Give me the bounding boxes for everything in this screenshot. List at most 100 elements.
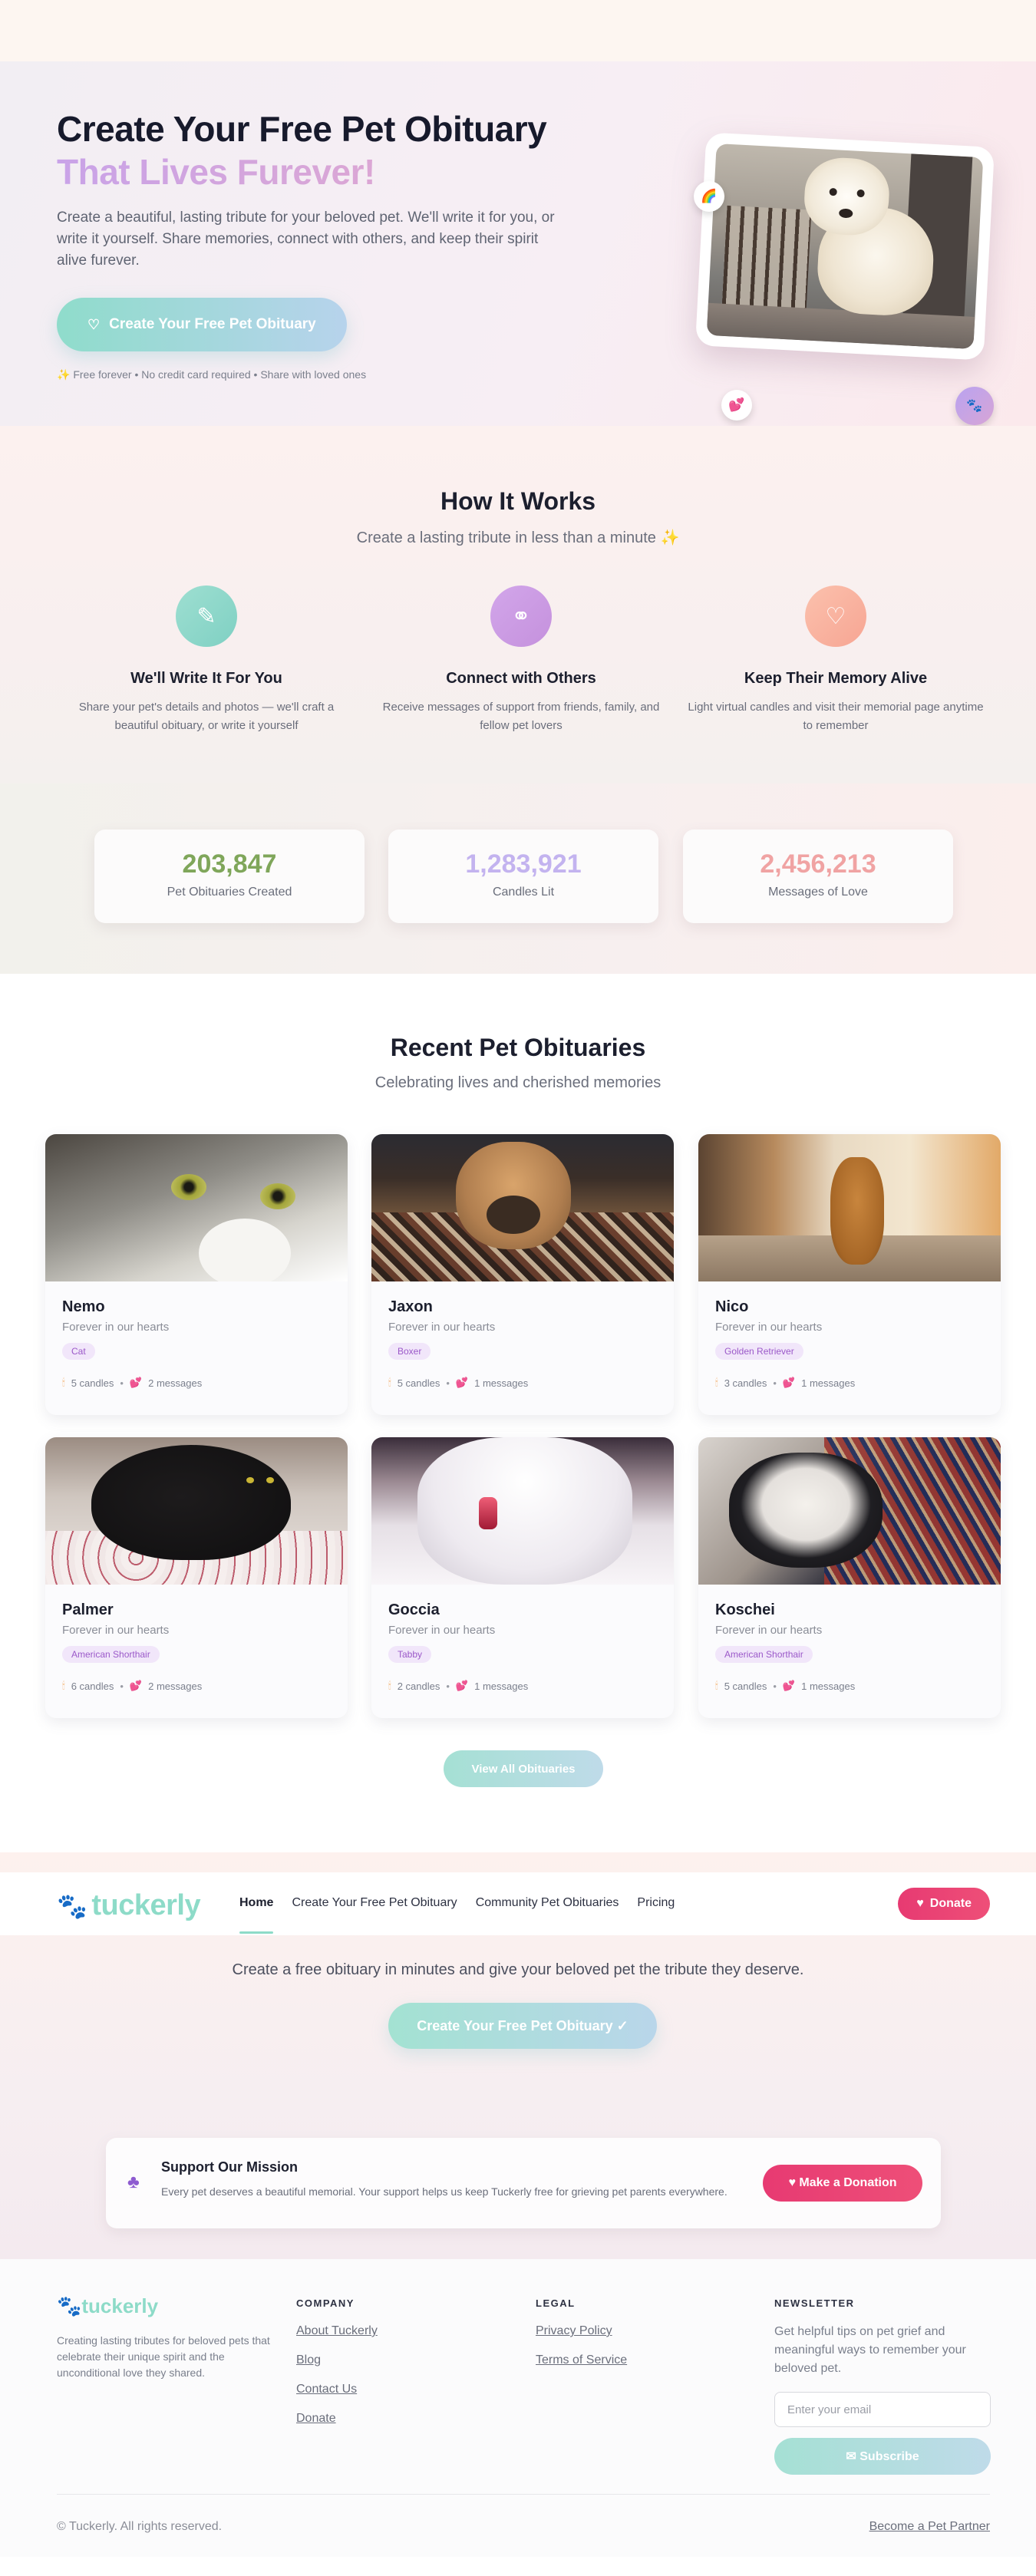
- footer-link-about[interactable]: About Tuckerly: [296, 2324, 378, 2338]
- footer: 🐾tuckerly Creating lasting tributes for …: [0, 2259, 1036, 2557]
- become-partner-link[interactable]: Become a Pet Partner: [869, 2520, 990, 2534]
- card-meta: 🕯 2 candles • 💕 1 messages: [388, 1680, 657, 1692]
- obituary-card-palmer[interactable]: Palmer Forever in our hearts American Sh…: [45, 1437, 348, 1718]
- breed-badge: Cat: [62, 1343, 95, 1360]
- card-meta: 🕯 3 candles • 💕 1 messages: [715, 1377, 984, 1389]
- pet-name: Koschei: [715, 1601, 775, 1618]
- candle-count: 6 candles: [71, 1680, 114, 1692]
- sparkle-icon: ✨: [660, 529, 680, 546]
- hearts-icon: 💕: [782, 1680, 796, 1691]
- candle-icon: 🕯: [62, 1680, 65, 1691]
- pet-photo: [371, 1437, 674, 1585]
- pet-name: Palmer: [62, 1601, 114, 1618]
- pet-subtitle: Forever in our hearts: [388, 1624, 496, 1637]
- breed-badge: Golden Retriever: [715, 1343, 803, 1360]
- recent-title: Recent Pet Obituaries: [390, 1034, 646, 1061]
- obituary-card-nemo[interactable]: Nemo Forever in our hearts Cat 🕯 5 candl…: [45, 1134, 348, 1415]
- footer-legal-heading: LEGAL: [536, 2297, 576, 2309]
- newsletter-description: Get helpful tips on pet grief and meanin…: [774, 2325, 966, 2375]
- hero-subtitle: That Lives Furever!: [57, 150, 579, 193]
- obituary-card-nico[interactable]: Nico Forever in our hearts Golden Retrie…: [698, 1134, 1001, 1415]
- how-it-works-subtitle: Create a lasting tribute in less than a …: [0, 528, 1036, 547]
- mission-title: Support Our Mission: [161, 2159, 298, 2175]
- candle-icon: 🕯: [715, 1680, 718, 1691]
- footer-logo-text: tuckerly: [81, 2294, 159, 2317]
- stat-card-candles: 1,283,921 Candles Lit: [388, 830, 658, 923]
- sparkle-icon: ✨: [57, 368, 71, 381]
- logo-text: tuckerly: [91, 1889, 201, 1921]
- candle-count: 5 candles: [71, 1377, 114, 1389]
- pet-name: Jaxon: [388, 1298, 433, 1315]
- pet-photo: [45, 1437, 348, 1585]
- heart-icon: ♡: [805, 585, 866, 647]
- separator-dot: •: [773, 1377, 777, 1389]
- pet-subtitle: Forever in our hearts: [62, 1321, 170, 1334]
- rainbow-icon: 🌈: [694, 181, 724, 212]
- pet-photo: [45, 1134, 348, 1281]
- stat-value: 203,847: [182, 849, 277, 879]
- subscribe-button[interactable]: ✉ Subscribe: [774, 2438, 991, 2475]
- how-item-memory: ♡ Keep Their Memory Alive Light virtual …: [678, 585, 993, 735]
- how-item-description: Share your pet's details and photos — we…: [78, 701, 335, 732]
- nav-link-create[interactable]: Create Your Free Pet Obituary: [292, 1896, 457, 1910]
- how-it-works-title: How It Works: [440, 487, 596, 515]
- how-it-works-subtitle-text: Create a lasting tribute in less than a …: [356, 529, 656, 546]
- obituary-card-koschei[interactable]: Koschei Forever in our hearts American S…: [698, 1437, 1001, 1718]
- make-donation-button[interactable]: ♥ Make a Donation: [763, 2165, 922, 2202]
- view-all-obituaries-button[interactable]: View All Obituaries: [444, 1750, 603, 1787]
- donate-button[interactable]: ♥ Donate: [898, 1888, 990, 1920]
- separator-dot: •: [446, 1680, 450, 1692]
- stat-card-obituaries: 203,847 Pet Obituaries Created: [94, 830, 365, 923]
- donate-label: Donate: [929, 1897, 972, 1910]
- create-obituary-button-secondary[interactable]: Create Your Free Pet Obituary ✓: [388, 2003, 657, 2049]
- pet-name: Goccia: [388, 1601, 440, 1618]
- footer-company-heading: COMPANY: [296, 2297, 355, 2309]
- create-obituary-button[interactable]: ♡ Create Your Free Pet Obituary: [57, 298, 347, 351]
- stat-value: 1,283,921: [465, 849, 582, 879]
- create-obituary-label: Create Your Free Pet Obituary: [109, 316, 316, 332]
- pet-name: Nemo: [62, 1298, 105, 1315]
- separator-dot: •: [446, 1377, 450, 1389]
- obituary-card-goccia[interactable]: Goccia Forever in our hearts Tabby 🕯 2 c…: [371, 1437, 674, 1718]
- breed-badge: American Shorthair: [62, 1646, 160, 1663]
- paw-icon: 🐾: [955, 387, 994, 425]
- message-count: 1 messages: [474, 1377, 529, 1389]
- footer-link-contact[interactable]: Contact Us: [296, 2383, 378, 2396]
- footer-link-donate[interactable]: Donate: [296, 2412, 378, 2426]
- how-item-description: Receive messages of support from friends…: [382, 701, 660, 732]
- main-nav: 🐾 tuckerly Home Create Your Free Pet Obi…: [0, 1872, 1036, 1935]
- footer-divider: [57, 2494, 990, 2495]
- message-count: 2 messages: [148, 1680, 203, 1692]
- footer-link-privacy[interactable]: Privacy Policy: [536, 2324, 627, 2338]
- heart-icon: ♥: [788, 2176, 796, 2189]
- hearts-icon: 💕: [455, 1377, 469, 1388]
- hearts-icon: 💕: [129, 1377, 143, 1388]
- nav-link-community[interactable]: Community Pet Obituaries: [476, 1896, 619, 1910]
- separator-dot: •: [120, 1377, 124, 1389]
- pencil-icon: ✎: [176, 585, 237, 647]
- nav-link-home[interactable]: Home: [239, 1896, 274, 1934]
- hero-pet-photo: [695, 132, 995, 361]
- message-count: 1 messages: [801, 1680, 856, 1692]
- newsletter-email-input[interactable]: [774, 2392, 991, 2427]
- users-icon: ⚭: [490, 585, 552, 647]
- separator-dot: •: [773, 1680, 777, 1692]
- breed-badge: Tabby: [388, 1646, 432, 1663]
- hero-note: ✨ Free forever • No credit card required…: [57, 368, 579, 381]
- footer-link-blog[interactable]: Blog: [296, 2353, 378, 2367]
- candle-icon: 🕯: [715, 1377, 718, 1388]
- footer-logo[interactable]: 🐾tuckerly: [57, 2294, 158, 2318]
- logo[interactable]: 🐾 tuckerly: [57, 1889, 201, 1922]
- breed-badge: American Shorthair: [715, 1646, 813, 1663]
- mail-icon: ✉: [846, 2450, 856, 2463]
- footer-link-terms[interactable]: Terms of Service: [536, 2353, 627, 2367]
- nav-link-pricing[interactable]: Pricing: [637, 1896, 675, 1910]
- stat-value: 2,456,213: [760, 849, 876, 879]
- nav-links: Home Create Your Free Pet Obituary Commu…: [239, 1896, 675, 1934]
- make-donation-label: Make a Donation: [799, 2176, 897, 2189]
- mission-icon: ♣: [127, 2172, 140, 2192]
- footer-newsletter-heading: NEWSLETTER: [774, 2297, 855, 2309]
- hero-note-text: Free forever • No credit card required •…: [73, 368, 367, 381]
- separator-dot: •: [120, 1680, 124, 1692]
- obituary-card-jaxon[interactable]: Jaxon Forever in our hearts Boxer 🕯 5 ca…: [371, 1134, 674, 1415]
